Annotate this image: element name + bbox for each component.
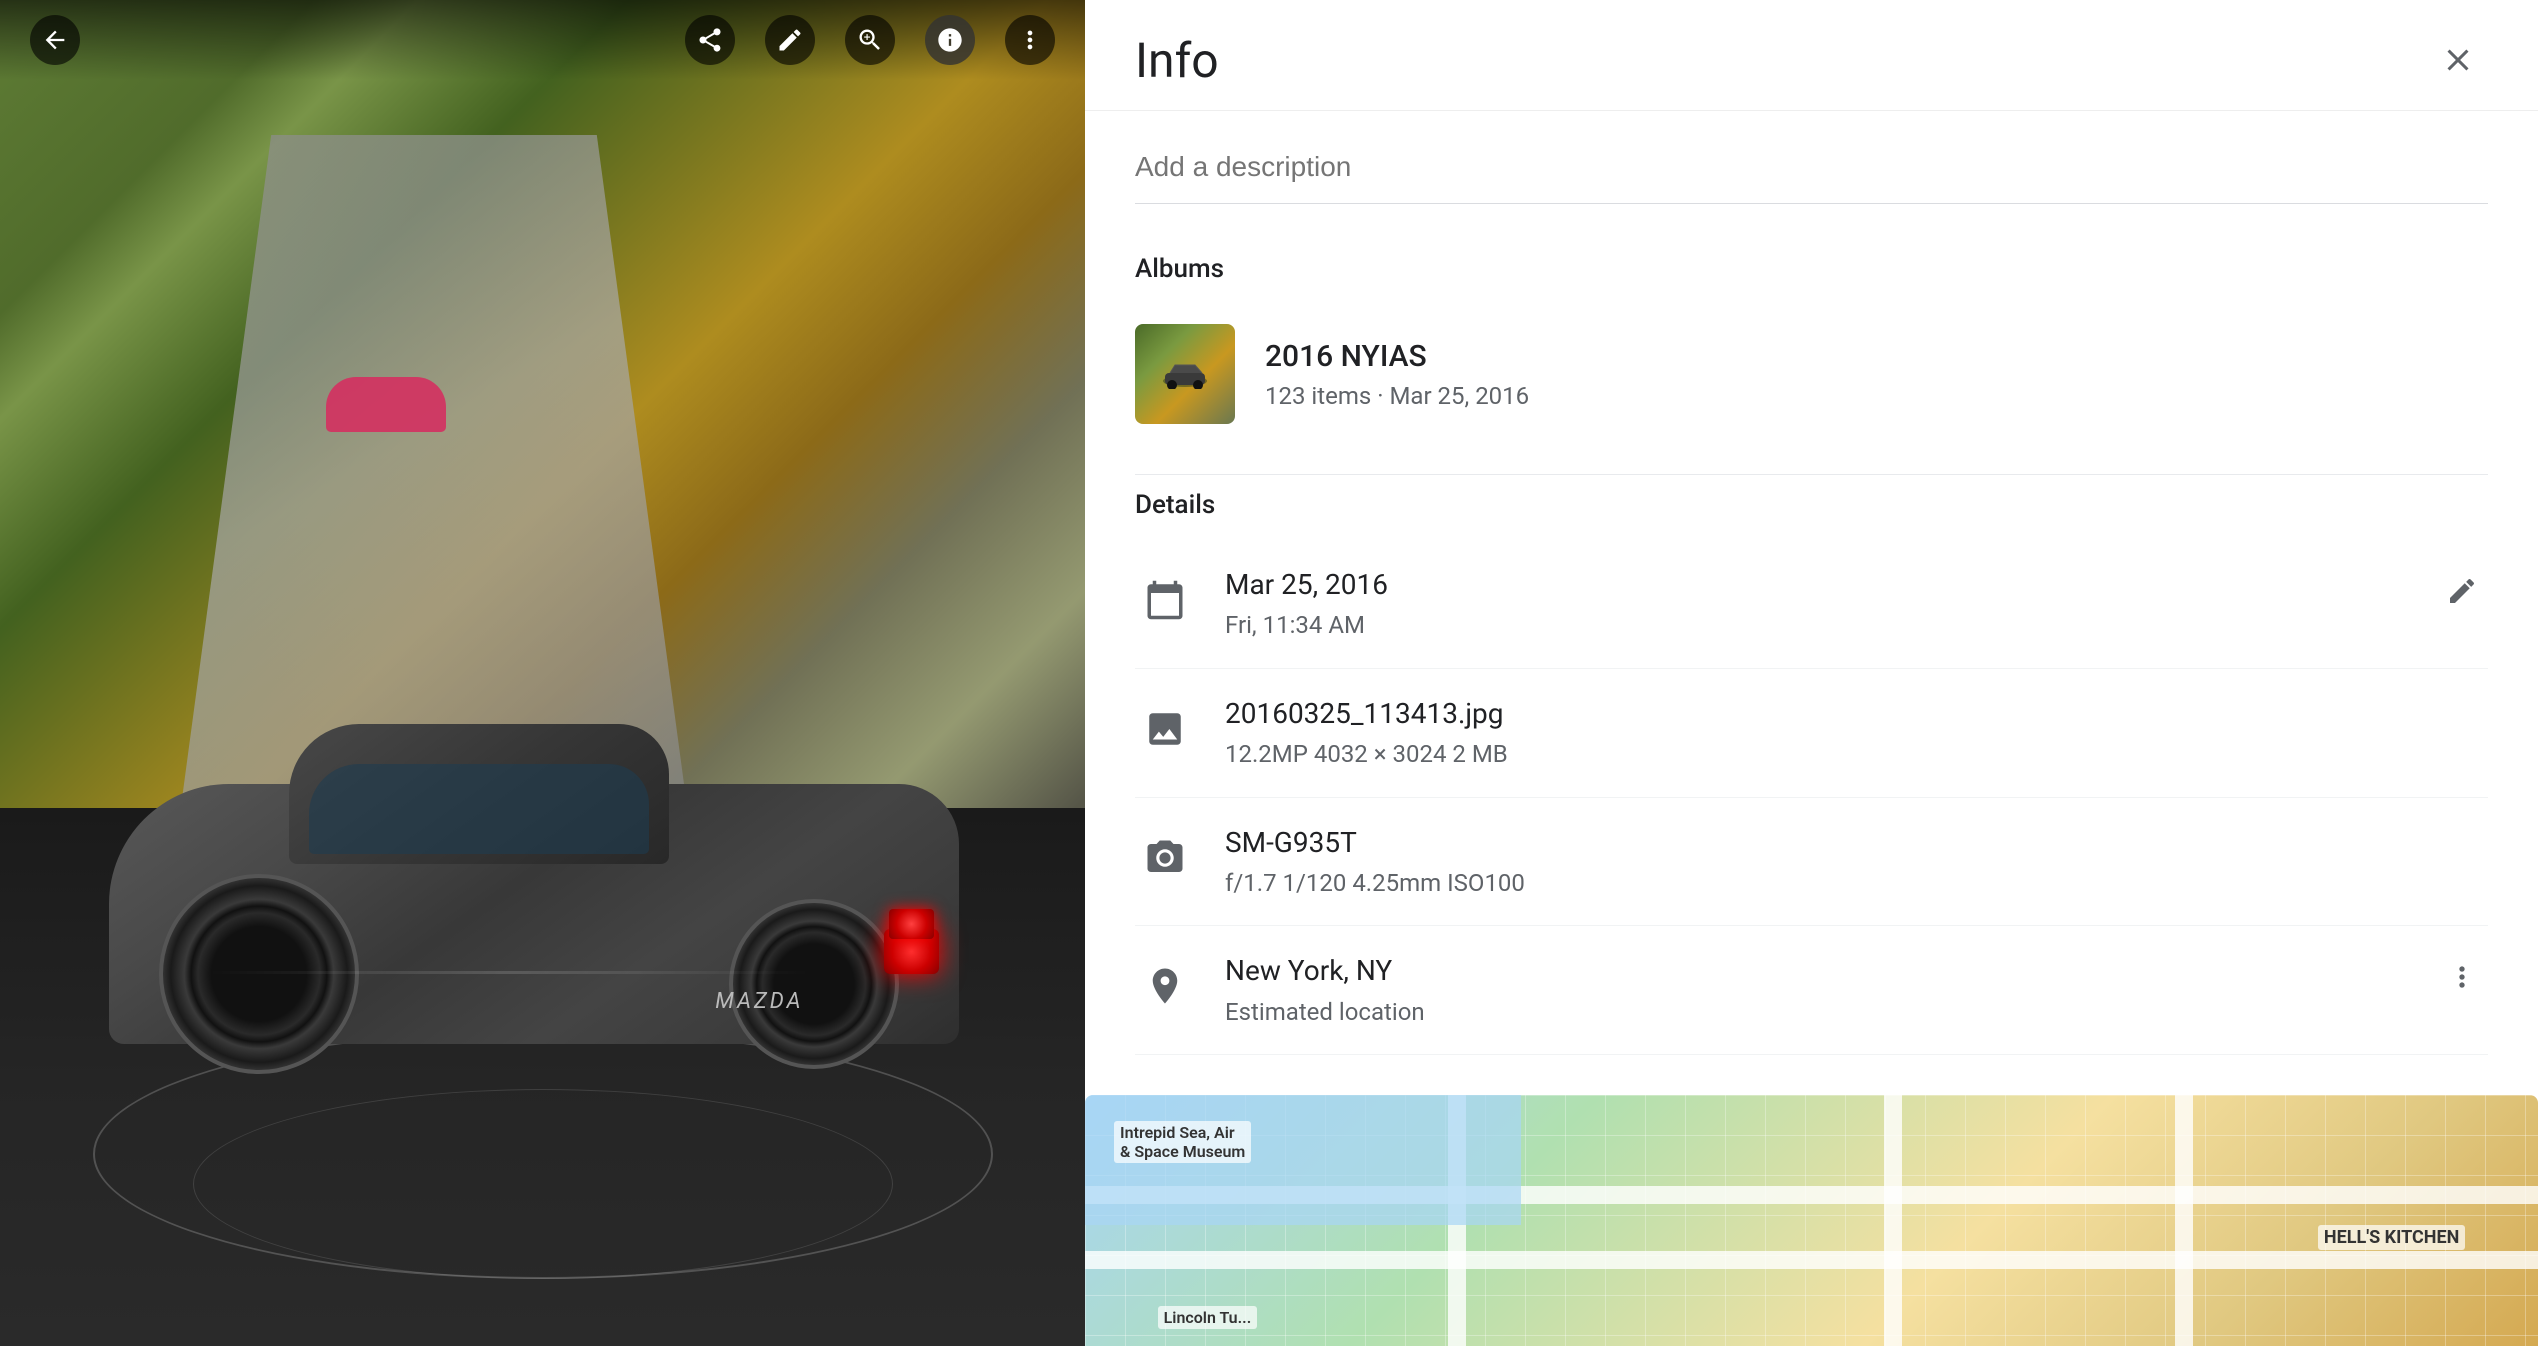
photo-area: MAZDA (0, 0, 1085, 1346)
more-vert-icon (1016, 26, 1044, 54)
section-divider (1135, 474, 2488, 475)
share-button[interactable] (685, 15, 735, 65)
location-svg (1144, 965, 1186, 1007)
car-reflection (209, 971, 809, 974)
calendar-svg (1144, 579, 1186, 621)
location-detail-row: New York, NY Estimated location (1135, 926, 2488, 1055)
toolbar (0, 0, 1085, 80)
details-section-title: Details (1135, 490, 2488, 520)
pencil-icon (776, 26, 804, 54)
zoom-icon (856, 26, 884, 54)
album-meta: 123 items · Mar 25, 2016 (1265, 382, 1529, 410)
album-thumb-img (1135, 324, 1235, 424)
info-icon (936, 26, 964, 54)
map-road-4 (1884, 1095, 1902, 1346)
location-primary: New York, NY (1225, 951, 2406, 990)
share-icon (696, 26, 724, 54)
calendar-icon (1135, 570, 1195, 630)
file-detail-row: 20160325_113413.jpg 12.2MP 4032 × 3024 2… (1135, 669, 2488, 798)
back-arrow-icon (41, 26, 69, 54)
info-panel: Info Albums (1085, 0, 2538, 1346)
date-edit-button[interactable] (2436, 565, 2488, 617)
camera-model: SM-G935T (1225, 823, 2488, 862)
location-more-button[interactable] (2436, 951, 2488, 1003)
file-name: 20160325_113413.jpg (1225, 694, 2488, 733)
camera-detail-content: SM-G935T f/1.7 1/120 4.25mm ISO100 (1225, 823, 2488, 901)
close-icon (2440, 42, 2476, 78)
location-secondary: Estimated location (1225, 996, 2406, 1030)
image-icon (1135, 699, 1195, 759)
album-row[interactable]: 2016 NYIAS 123 items · Mar 25, 2016 (1135, 304, 2488, 444)
map-road-5 (2175, 1095, 2193, 1346)
background-car (326, 377, 446, 432)
map-preview[interactable]: Intrepid Sea, Air& Space Museum HELL'S K… (1085, 1095, 2538, 1346)
album-name: 2016 NYIAS (1265, 339, 1529, 374)
albums-section: Albums 2016 NYIAS (1135, 254, 2488, 444)
info-button[interactable] (925, 15, 975, 65)
album-info: 2016 NYIAS 123 items · Mar 25, 2016 (1265, 339, 1529, 410)
albums-section-title: Albums (1135, 254, 2488, 284)
car-window (309, 764, 649, 854)
info-header: Info (1085, 0, 2538, 111)
date-detail-row: Mar 25, 2016 Fri, 11:34 AM (1135, 540, 2488, 669)
camera-meta: f/1.7 1/120 4.25mm ISO100 (1225, 867, 2488, 901)
camera-icon (1135, 828, 1195, 888)
date-secondary: Fri, 11:34 AM (1225, 609, 2406, 643)
map-label-intrepid: Intrepid Sea, Air& Space Museum (1114, 1121, 1251, 1163)
album-thumb-car-icon (1160, 359, 1210, 389)
date-primary: Mar 25, 2016 (1225, 565, 2406, 604)
location-more-icon (2446, 961, 2478, 993)
close-button[interactable] (2428, 30, 2488, 90)
camera-svg (1144, 837, 1186, 879)
file-meta: 12.2MP 4032 × 3024 2 MB (1225, 738, 2488, 772)
taillight-left (889, 909, 934, 939)
map-label-hells-kitchen: HELL'S KITCHEN (2318, 1225, 2465, 1250)
zoom-button[interactable] (845, 15, 895, 65)
date-detail-content: Mar 25, 2016 Fri, 11:34 AM (1225, 565, 2406, 643)
back-button[interactable] (30, 15, 80, 65)
image-svg (1144, 708, 1186, 750)
info-content: Albums 2016 NYIAS (1085, 111, 2538, 1075)
details-section: Details Mar 25, 2016 Fri, 11:34 AM (1135, 490, 2488, 1055)
file-detail-content: 20160325_113413.jpg 12.2MP 4032 × 3024 2… (1225, 694, 2488, 772)
map-road-2 (1085, 1251, 2538, 1269)
edit-button[interactable] (765, 15, 815, 65)
album-thumbnail (1135, 324, 1235, 424)
location-icon (1135, 956, 1195, 1016)
rear-wheel (159, 874, 359, 1074)
more-options-button[interactable] (1005, 15, 1055, 65)
toolbar-left (30, 15, 80, 65)
main-car: MAZDA (109, 624, 959, 1104)
mazda-badge: MAZDA (715, 989, 803, 1014)
location-detail-content: New York, NY Estimated location (1225, 951, 2406, 1029)
description-input[interactable] (1135, 131, 2488, 204)
camera-detail-row: SM-G935T f/1.7 1/120 4.25mm ISO100 (1135, 798, 2488, 927)
floor-circle-inner (193, 1089, 893, 1279)
date-edit-icon (2446, 575, 2478, 607)
front-wheel (729, 899, 899, 1069)
info-title: Info (1135, 32, 1219, 89)
map-label-lincoln: Lincoln Tu... (1158, 1306, 1258, 1329)
toolbar-right (685, 15, 1055, 65)
